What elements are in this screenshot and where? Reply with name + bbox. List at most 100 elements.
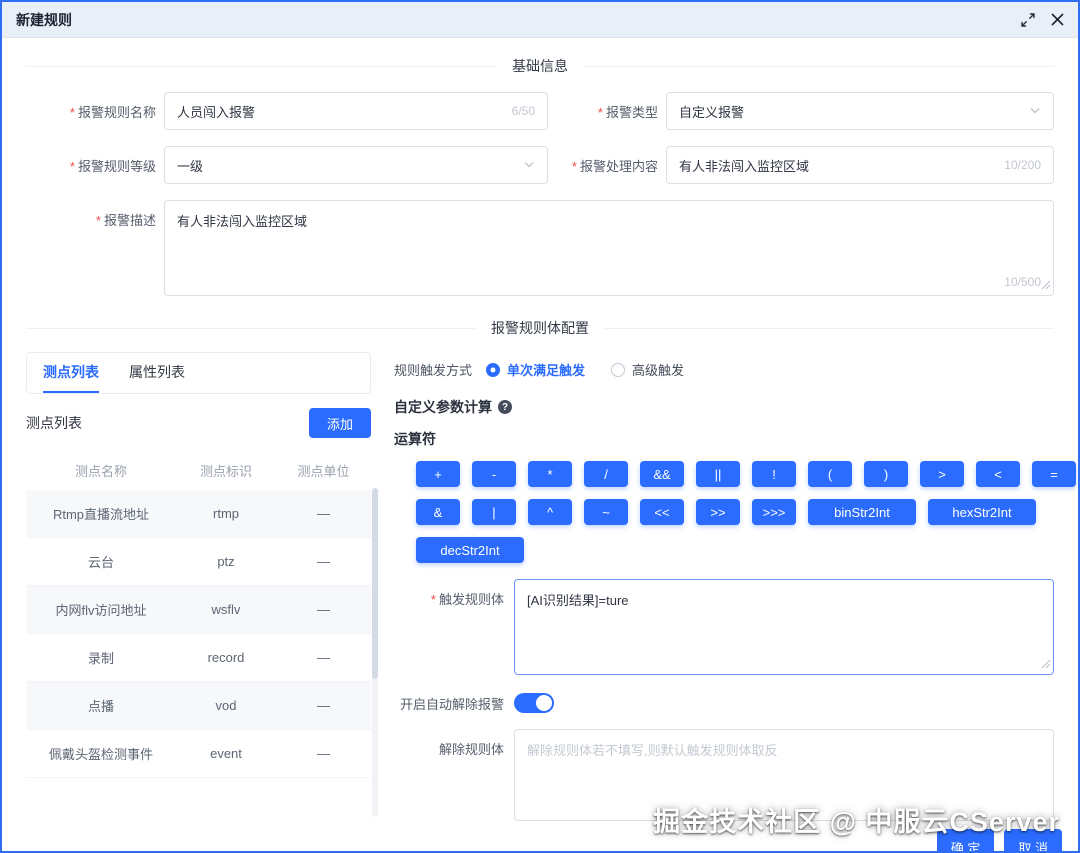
cell-name: Rtmp直播流地址 bbox=[52, 507, 150, 522]
trigger-body-row: 触发规则体 [AI识别结果]=ture bbox=[394, 579, 1054, 675]
handle-content-value: 有人非法闯入监控区域 bbox=[679, 158, 810, 174]
op-button[interactable]: | bbox=[472, 499, 516, 525]
alarm-type-label: 报警类型 bbox=[554, 102, 658, 121]
col-header-unit: 测点单位 bbox=[297, 463, 350, 479]
radio-advanced-trigger[interactable]: 高级触发 bbox=[611, 360, 684, 379]
alarm-type-field: 报警类型 自定义报警 bbox=[554, 92, 1054, 130]
form-row-2: 报警规则等级 一级 报警处理内容 有人非法闯入监控区域 10/200 bbox=[26, 146, 1054, 184]
op-button-binstr2int[interactable]: binStr2Int bbox=[808, 499, 916, 525]
release-body-label: 解除规则体 bbox=[438, 742, 504, 757]
op-button[interactable]: < bbox=[976, 461, 1020, 487]
tab-attr-list[interactable]: 属性列表 bbox=[129, 353, 185, 393]
fullscreen-icon[interactable] bbox=[1021, 12, 1035, 27]
op-button[interactable]: - bbox=[472, 461, 516, 487]
cell-id: rtmp bbox=[213, 506, 239, 521]
table-row[interactable]: 录制 record — bbox=[26, 634, 371, 682]
op-button[interactable]: ) bbox=[864, 461, 908, 487]
point-list-header: 测点列表 添加 bbox=[26, 408, 371, 438]
alarm-type-select[interactable]: 自定义报警 bbox=[666, 92, 1054, 130]
point-list-title: 测点列表 bbox=[26, 415, 82, 431]
cell-id: record bbox=[207, 650, 245, 665]
op-button[interactable]: > bbox=[920, 461, 964, 487]
auto-release-toggle[interactable] bbox=[514, 693, 554, 713]
point-table-body: Rtmp直播流地址 rtmp — 云台 ptz — 内网flv访问地址 wsfl… bbox=[26, 490, 371, 778]
alarm-desc-textarea[interactable]: 有人非法闯入监控区域 10/500 bbox=[164, 200, 1054, 296]
rule-body-title: 报警规则体配置 bbox=[491, 320, 589, 336]
table-row[interactable]: 佩戴头盔检测事件 event — bbox=[26, 730, 371, 778]
rule-name-input[interactable]: 人员闯入报警 6/50 bbox=[164, 92, 548, 130]
op-button[interactable]: << bbox=[640, 499, 684, 525]
rule-body-divider: 报警规则体配置 bbox=[26, 318, 1054, 338]
divider-line bbox=[584, 65, 1054, 67]
trigger-body-value: [AI识别结果]=ture bbox=[527, 593, 629, 608]
rule-name-counter: 6/50 bbox=[511, 104, 535, 118]
rule-level-select[interactable]: 一级 bbox=[164, 146, 548, 184]
op-button[interactable]: ^ bbox=[528, 499, 572, 525]
auto-release-label: 开启自动解除报警 bbox=[399, 696, 504, 712]
cell-name: 云台 bbox=[87, 555, 114, 570]
op-button[interactable]: >> bbox=[696, 499, 740, 525]
radio-single-trigger-label: 单次满足触发 bbox=[507, 363, 586, 378]
new-rule-dialog: 新建规则 基础信息 报警规则名称 人员闯入 bbox=[0, 0, 1080, 853]
op-button-hexstr2int[interactable]: hexStr2Int bbox=[928, 499, 1036, 525]
op-button[interactable]: ~ bbox=[584, 499, 628, 525]
rule-config-area: 测点列表 属性列表 测点列表 添加 测点名称 测点标识 测点单位 Rtmp直播流… bbox=[26, 352, 1076, 821]
trigger-body-label: 触发规则体 bbox=[394, 589, 504, 675]
op-button[interactable]: * bbox=[528, 461, 572, 487]
op-button[interactable]: ( bbox=[808, 461, 852, 487]
op-button[interactable]: >>> bbox=[752, 499, 796, 525]
op-button[interactable]: & bbox=[416, 499, 460, 525]
table-row[interactable]: 内网flv访问地址 wsflv — bbox=[26, 586, 371, 634]
point-table: 测点名称 测点标识 测点单位 Rtmp直播流地址 rtmp — 云台 ptz —… bbox=[26, 450, 371, 778]
rule-level-field: 报警规则等级 一级 bbox=[26, 146, 548, 184]
handle-content-counter: 10/200 bbox=[1004, 158, 1041, 172]
op-button[interactable]: / bbox=[584, 461, 628, 487]
help-icon[interactable] bbox=[498, 400, 512, 414]
trigger-body-textarea[interactable]: [AI识别结果]=ture bbox=[514, 579, 1054, 675]
handle-content-field: 报警处理内容 有人非法闯入监控区域 10/200 bbox=[554, 146, 1054, 184]
form-row-1: 报警规则名称 人员闯入报警 6/50 报警类型 自定义报警 bbox=[26, 92, 1054, 130]
chevron-down-icon bbox=[1029, 104, 1041, 119]
cell-name: 点播 bbox=[87, 699, 114, 714]
add-point-button[interactable]: 添加 bbox=[308, 408, 371, 438]
rule-name-field: 报警规则名称 人员闯入报警 6/50 bbox=[26, 92, 548, 130]
radio-unchecked-icon bbox=[611, 362, 626, 377]
radio-single-trigger[interactable]: 单次满足触发 bbox=[486, 360, 585, 379]
table-scrollbar[interactable] bbox=[372, 488, 378, 817]
cell-name: 录制 bbox=[87, 651, 114, 666]
basic-info-divider: 基础信息 bbox=[26, 56, 1054, 76]
trigger-mode-label: 规则触发方式 bbox=[394, 363, 473, 378]
op-button-decstr2int[interactable]: decStr2Int bbox=[416, 537, 524, 563]
operators-label: 运算符 bbox=[394, 431, 436, 447]
watermark: 掘金技术社区 @ 中服云CServer bbox=[653, 807, 1060, 837]
resize-handle-icon[interactable] bbox=[1041, 657, 1051, 672]
dialog-body: 基础信息 报警规则名称 人员闯入报警 6/50 报警类型 自定义报警 bbox=[2, 56, 1078, 851]
dialog-titlebar: 新建规则 bbox=[2, 2, 1078, 38]
op-button[interactable]: + bbox=[416, 461, 460, 487]
resize-handle-icon[interactable] bbox=[1041, 278, 1051, 293]
form-row-3: 报警描述 有人非法闯入监控区域 10/500 bbox=[26, 200, 1054, 296]
release-body-placeholder: 解除规则体若不填写,则默认触发规则体取反 bbox=[527, 743, 778, 758]
divider-line bbox=[26, 327, 475, 329]
table-row[interactable]: 点播 vod — bbox=[26, 682, 371, 730]
cell-id: ptz bbox=[217, 554, 235, 569]
cell-name: 内网flv访问地址 bbox=[55, 603, 147, 618]
tab-point-list[interactable]: 测点列表 bbox=[43, 353, 99, 393]
close-icon[interactable] bbox=[1051, 13, 1064, 26]
op-button[interactable]: = bbox=[1032, 461, 1076, 487]
op-button[interactable]: || bbox=[696, 461, 740, 487]
divider-line bbox=[26, 65, 496, 67]
op-button[interactable]: ! bbox=[752, 461, 796, 487]
cell-unit: — bbox=[317, 554, 330, 569]
cell-unit: — bbox=[317, 602, 330, 617]
cell-id: wsflv bbox=[211, 602, 241, 617]
op-button[interactable]: && bbox=[640, 461, 684, 487]
handle-content-input[interactable]: 有人非法闯入监控区域 10/200 bbox=[666, 146, 1054, 184]
point-list-panel: 测点列表 属性列表 测点列表 添加 测点名称 测点标识 测点单位 Rtmp直播流… bbox=[26, 352, 378, 821]
scrollbar-thumb[interactable] bbox=[372, 488, 378, 679]
auto-release-row: 开启自动解除报警 bbox=[394, 693, 1054, 713]
table-row[interactable]: Rtmp直播流地址 rtmp — bbox=[26, 490, 371, 538]
table-row[interactable]: 云台 ptz — bbox=[26, 538, 371, 586]
alarm-desc-label: 报警描述 bbox=[26, 210, 156, 229]
titlebar-actions bbox=[1021, 12, 1064, 27]
